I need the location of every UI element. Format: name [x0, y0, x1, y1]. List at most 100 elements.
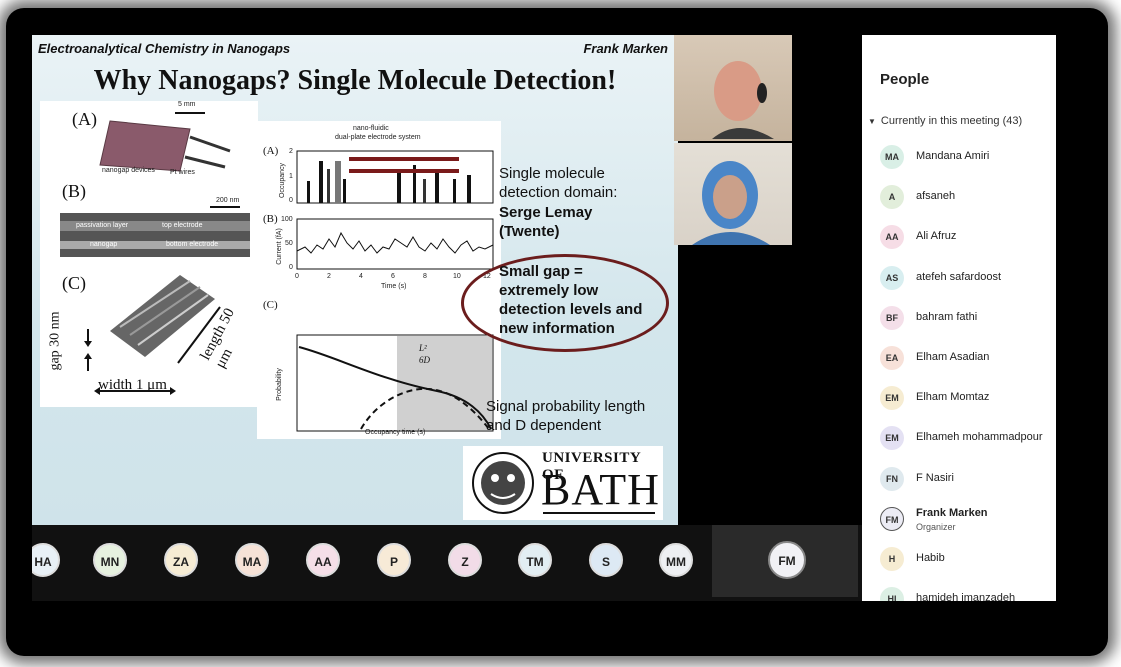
university-logo: UNIVERSITY OF BATH — [463, 446, 663, 520]
participants-bar: HA MN ZA MA AA P Z TM S MM FM — [32, 525, 862, 601]
shared-slide: Electroanalytical Chemistry in Nanogaps … — [32, 35, 678, 525]
ytick-b-0: 100 — [281, 216, 293, 223]
participant-name: bahram fathi — [916, 311, 978, 323]
label-bottom-electrode: bottom electrode — [166, 241, 219, 248]
text-line: detection levels and — [499, 301, 643, 318]
fig-label-b: (B) — [62, 181, 86, 201]
participant-row[interactable]: FM Frank Marken Organizer — [880, 507, 1056, 535]
video-participant-2[interactable] — [674, 143, 792, 245]
ytick-b-1: 50 — [285, 240, 293, 247]
ytick-b-2: 0 — [289, 264, 293, 271]
participant-chip[interactable]: Z — [448, 543, 482, 577]
slide-title: Why Nanogaps? Single Molecule Detection! — [93, 65, 617, 96]
ytick-a-2: 0 — [289, 197, 293, 204]
avatar: FN — [880, 467, 904, 491]
slide-author: Frank Marken — [583, 41, 668, 56]
participant-row[interactable]: AA Ali Afruz — [880, 225, 1056, 253]
participant-name: Mandana Amiri — [916, 150, 990, 162]
section-currently-in-meeting[interactable]: ▼ Currently in this meeting (43) — [868, 115, 1022, 127]
participant-name: atefeh safardoost — [916, 271, 1002, 283]
annot-6d: 6D — [419, 355, 430, 365]
participant-row[interactable]: HI hamideh imanzadeh — [880, 587, 1056, 601]
text-line: and D dependent — [486, 417, 602, 434]
participant-chip[interactable]: TM — [518, 543, 552, 577]
video-participant-1[interactable] — [674, 35, 792, 141]
participant-row[interactable]: EA Elham Asadian — [880, 346, 1056, 374]
self-video-tile[interactable]: FM — [712, 525, 858, 597]
logo-bath: BATH — [541, 465, 660, 514]
people-title: People — [880, 71, 930, 88]
chevron-down-icon[interactable]: ▼ — [868, 117, 876, 126]
participant-chip[interactable]: MA — [235, 543, 269, 577]
avatar: EA — [880, 346, 904, 370]
participant-name: Frank Marken — [916, 507, 988, 519]
plot-label-b: (B) — [263, 213, 278, 225]
participant-row[interactable]: BF bahram fathi — [880, 306, 1056, 334]
text-line: (Twente) — [499, 223, 560, 240]
section-label: Currently in this meeting (43) — [880, 115, 1023, 127]
scale-5mm: 5 mm — [178, 101, 196, 108]
participant-chip[interactable]: MN — [93, 543, 127, 577]
slide-course-title: Electroanalytical Chemistry in Nanogaps — [38, 41, 291, 56]
participant-name: F Nasiri — [916, 472, 954, 484]
text-line: detection domain: — [499, 184, 618, 201]
label-nanogap: nanogap — [90, 241, 118, 248]
text-signal-probability: Signal probability length and D dependen… — [486, 397, 645, 435]
text-line: Serge Lemay — [499, 204, 593, 221]
xtick-b-4: 8 — [423, 273, 427, 280]
participant-name: Elham Asadian — [916, 351, 990, 363]
participant-name: Ali Afruz — [916, 230, 957, 242]
ytick-a-0: 2 — [289, 148, 293, 155]
participant-chip[interactable]: S — [589, 543, 623, 577]
text-detection-domain: Single molecule detection domain: — [499, 164, 617, 202]
avatar: A — [880, 185, 904, 209]
people-panel: People ▼ Currently in this meeting (43) M… — [862, 35, 1056, 601]
participant-chip[interactable]: P — [377, 543, 411, 577]
scale-200nm: 200 nm — [216, 197, 240, 204]
avatar: AS — [880, 266, 904, 290]
text-small-gap: Small gap = extremely low detection leve… — [499, 262, 642, 338]
participant-name: hamideh imanzadeh — [916, 592, 1016, 601]
participant-row[interactable]: EM Elhameh mohammadpour — [880, 426, 1056, 454]
xtick-b-1: 2 — [327, 273, 331, 280]
ylabel-occupancy: Occupancy — [279, 162, 287, 199]
caption-nanogap-devices: nanogap devices — [102, 167, 155, 174]
self-avatar: FM — [768, 541, 806, 579]
person-silhouette-icon — [692, 161, 770, 245]
avatar: EM — [880, 426, 904, 450]
xlabel-occupancy-time: Occupancy time (s) — [365, 429, 426, 436]
participant-row[interactable]: FN F Nasiri — [880, 467, 1056, 495]
participant-row[interactable]: EM Elham Momtaz — [880, 386, 1056, 414]
label-width: width 1 μm — [98, 377, 167, 393]
avatar: BF — [880, 306, 904, 330]
participant-chip[interactable]: MM — [659, 543, 693, 577]
xlabel-time: Time (s) — [381, 283, 407, 290]
plot-title-2: dual-plate electrode system — [335, 134, 421, 141]
participant-row[interactable]: H Habib — [880, 547, 1056, 575]
text-line: extremely low — [499, 282, 599, 299]
label-top-electrode: top electrode — [162, 222, 203, 229]
person-silhouette-icon — [712, 61, 774, 139]
text-line: Small gap = — [499, 263, 583, 280]
participant-chip[interactable]: AA — [306, 543, 340, 577]
participant-row[interactable]: AS atefeh safardoost — [880, 266, 1056, 294]
label-gap: gap 30 nm — [47, 311, 63, 371]
participant-chip[interactable]: HA — [32, 543, 60, 577]
participant-chip[interactable]: ZA — [164, 543, 198, 577]
plot-label-a: (A) — [263, 145, 279, 157]
ylabel-probability: Probability — [275, 368, 283, 401]
participant-row[interactable]: A afsaneh — [880, 185, 1056, 213]
xtick-b-2: 4 — [359, 273, 363, 280]
plot-title-1: nano-fluidic — [353, 125, 389, 132]
plot-label-c: (C) — [263, 299, 278, 311]
avatar: MA — [880, 145, 904, 169]
xtick-b-5: 10 — [453, 273, 461, 280]
xtick-b-3: 6 — [391, 273, 395, 280]
participant-row[interactable]: MA Mandana Amiri — [880, 145, 1056, 173]
xtick-b-0: 0 — [295, 273, 299, 280]
text-line: new information — [499, 320, 615, 337]
logo-underline — [543, 512, 655, 514]
ylabel-current: Current (fA) — [275, 228, 283, 265]
avatar: HI — [880, 587, 904, 601]
label-passivation-layer: passivation layer — [76, 222, 129, 229]
